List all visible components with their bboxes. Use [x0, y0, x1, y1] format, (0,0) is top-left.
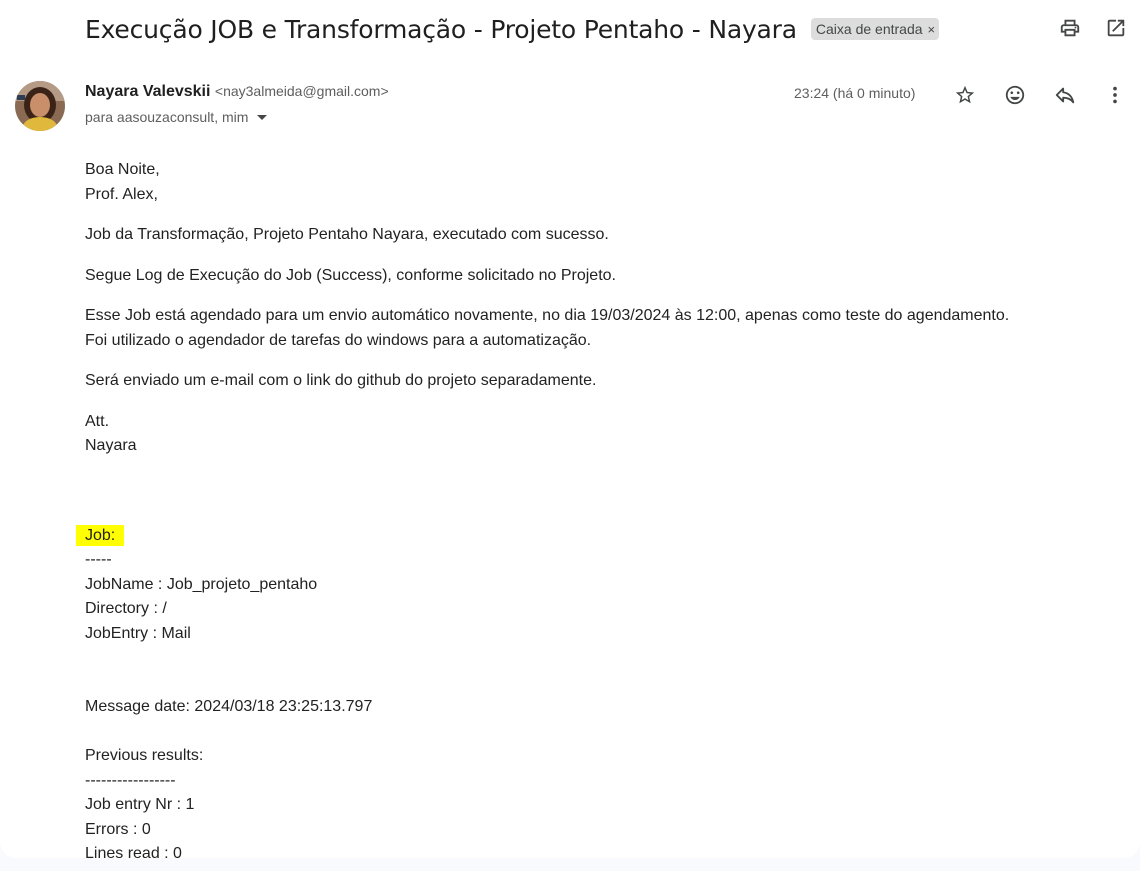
body-line: Esse Job está agendado para um envio aut… — [85, 307, 1010, 324]
star-icon[interactable] — [953, 83, 977, 107]
log-line: ----------------- — [85, 771, 176, 789]
log-line: Lines read : 0 — [85, 845, 182, 862]
log-line: Previous results: — [85, 747, 204, 764]
recipients-line: para aasouzaconsult, mim — [85, 109, 268, 125]
sender-line: Nayara Valevskii <nay3almeida@gmail.com> — [85, 83, 389, 101]
signoff: Att. Nayara — [85, 410, 1085, 459]
log-line: Directory : / — [85, 600, 167, 617]
signoff-line: Att. — [85, 412, 110, 430]
log-line: Job entry Nr : 1 — [85, 796, 195, 813]
log-line: JobName : Job_projeto_pentaho — [85, 575, 318, 593]
label-chip-text: Caixa de entrada — [815, 21, 923, 37]
body-paragraph: Esse Job está agendado para um envio aut… — [85, 304, 1085, 353]
more-vertical-icon[interactable] — [1103, 83, 1127, 107]
thread-actions — [1058, 16, 1128, 40]
show-details-chevron-icon[interactable] — [257, 114, 268, 120]
remove-label-icon[interactable]: × — [928, 23, 936, 36]
reply-icon[interactable] — [1053, 83, 1077, 107]
message-time: 23:24 (há 0 minuto) — [794, 85, 916, 101]
greeting-line: Prof. Alex, — [85, 185, 158, 203]
sender-name[interactable]: Nayara Valevskii — [85, 83, 210, 100]
open-in-new-window-icon[interactable] — [1104, 16, 1128, 40]
body-paragraph: Job da Transformação, Projeto Pentaho Na… — [85, 226, 609, 243]
greeting-line: Boa Noite, — [85, 161, 160, 178]
email-body: Boa Noite, Prof. Alex, Job da Transforma… — [76, 158, 1085, 867]
email-subject: Execução JOB e Transformação - Projeto P… — [85, 14, 797, 44]
sender-avatar[interactable] — [15, 81, 65, 131]
inbox-label-chip[interactable]: Caixa de entrada × — [810, 18, 940, 40]
body-line: Foi utilizado o agendador de tarefas do … — [85, 331, 592, 349]
print-icon[interactable] — [1058, 16, 1082, 40]
log-line: Message date: 2024/03/18 23:25:13.797 — [85, 698, 373, 715]
message-actions — [953, 83, 1127, 107]
sender-email: <nay3almeida@gmail.com> — [214, 83, 389, 99]
log-line: ----- — [85, 551, 112, 568]
job-log: Job: ----- JobName : Job_projeto_pentaho… — [76, 524, 1085, 867]
subject-row: Execução JOB e Transformação - Projeto P… — [85, 11, 940, 47]
email-view: Execução JOB e Transformação - Projeto P… — [0, 0, 1140, 862]
emoji-reaction-icon[interactable] — [1003, 83, 1027, 107]
body-paragraph: Será enviado um e-mail com o link do git… — [85, 372, 597, 389]
body-paragraph: Segue Log de Execução do Job (Success), … — [85, 266, 616, 284]
signoff-line: Nayara — [85, 437, 137, 454]
recipients-text: para aasouzaconsult, mim — [85, 109, 249, 125]
log-line: JobEntry : Mail — [85, 624, 191, 642]
job-label-highlight: Job: — [76, 524, 125, 546]
log-line: Errors : 0 — [85, 820, 151, 838]
greeting: Boa Noite, Prof. Alex, — [85, 158, 1085, 207]
